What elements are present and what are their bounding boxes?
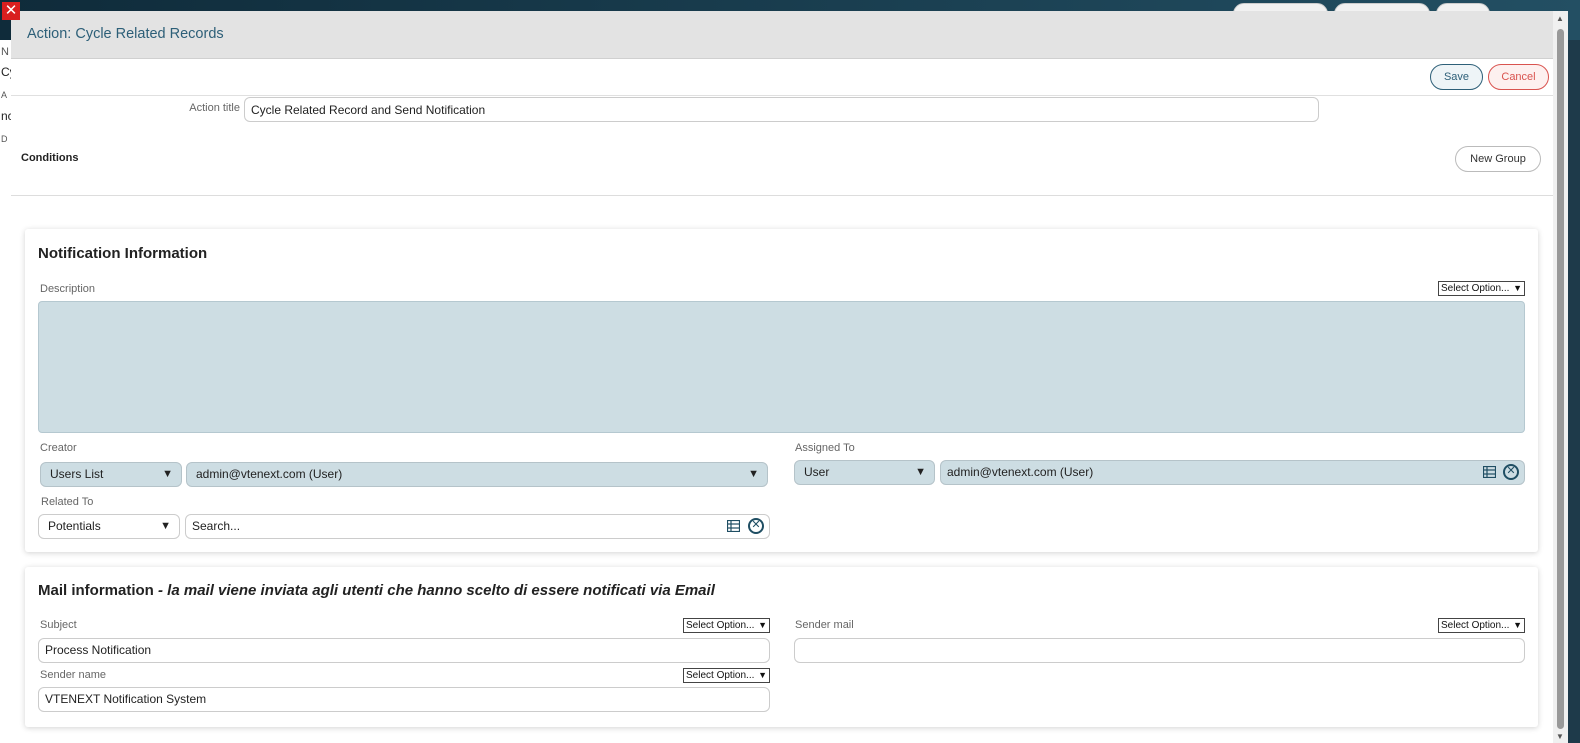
modal-title: Action: Cycle Related Records bbox=[27, 26, 224, 42]
related-type-select[interactable]: Potentials ▼ bbox=[38, 514, 180, 539]
new-group-button[interactable]: New Group bbox=[1455, 146, 1541, 172]
creator-user-select[interactable]: admin@vtenext.com (User) ▼ bbox=[186, 462, 768, 487]
sender-name-input[interactable]: VTENEXT Notification System bbox=[38, 687, 770, 712]
related-search-field[interactable]: Search... ✕ bbox=[185, 514, 770, 539]
chevron-down-icon: ▼ bbox=[758, 670, 767, 680]
subject-label: Subject bbox=[40, 619, 77, 631]
chevron-down-icon: ▼ bbox=[758, 620, 767, 630]
related-search-placeholder: Search... bbox=[192, 519, 241, 533]
action-title-input[interactable] bbox=[244, 97, 1319, 122]
panel-title: Mail information - la mail viene inviata… bbox=[38, 582, 715, 599]
subject-input[interactable]: Process Notification bbox=[38, 638, 770, 663]
creator-user-value: admin@vtenext.com (User) bbox=[196, 467, 343, 481]
clear-icon[interactable]: ✕ bbox=[1503, 464, 1519, 480]
scrollbar-thumb[interactable] bbox=[1557, 29, 1564, 729]
assigned-type-value: User bbox=[804, 465, 830, 479]
assigned-type-select[interactable]: User ▼ bbox=[794, 460, 935, 485]
mail-title: Mail information bbox=[38, 582, 154, 599]
list-icon[interactable] bbox=[1483, 466, 1496, 478]
background-text: N bbox=[1, 46, 9, 58]
chevron-down-icon: ▼ bbox=[1513, 283, 1522, 293]
assigned-to-value: admin@vtenext.com (User) bbox=[947, 465, 1094, 479]
select-option-label: Select Option... bbox=[686, 670, 755, 681]
related-type-value: Potentials bbox=[48, 519, 101, 533]
cancel-button[interactable]: Cancel bbox=[1488, 64, 1549, 90]
scroll-up-arrow-icon[interactable]: ▲ bbox=[1556, 14, 1564, 23]
scrollbar[interactable]: ▲ ▼ bbox=[1553, 11, 1568, 743]
notification-information-panel: Notification Information Description Sel… bbox=[25, 229, 1538, 552]
mail-subtitle: - la mail viene inviata agli utenti che … bbox=[153, 582, 715, 599]
chevron-down-icon: ▼ bbox=[160, 520, 171, 532]
close-icon[interactable]: ✕ bbox=[2, 2, 20, 20]
divider bbox=[11, 195, 1553, 196]
scroll-down-arrow-icon[interactable]: ▼ bbox=[1556, 732, 1564, 741]
select-option-label: Select Option... bbox=[1441, 283, 1510, 294]
sender-mail-input[interactable] bbox=[794, 638, 1525, 663]
select-option-label: Select Option... bbox=[686, 620, 755, 631]
creator-type-select[interactable]: Users List ▼ bbox=[40, 462, 182, 487]
description-select-option[interactable]: Select Option... ▼ bbox=[1438, 281, 1525, 296]
description-label: Description bbox=[40, 283, 96, 295]
chevron-down-icon: ▼ bbox=[748, 468, 759, 480]
modal-header: Action: Cycle Related Records bbox=[11, 11, 1553, 59]
sender-mail-label: Sender mail bbox=[795, 619, 854, 631]
chevron-down-icon: ▼ bbox=[1513, 620, 1522, 630]
subject-select-option[interactable]: Select Option... ▼ bbox=[683, 618, 770, 633]
select-option-label: Select Option... bbox=[1441, 620, 1510, 631]
creator-type-value: Users List bbox=[50, 467, 104, 481]
background-left-strip: N Cy A nc D bbox=[0, 40, 16, 743]
creator-label: Creator bbox=[40, 442, 77, 454]
description-textarea[interactable] bbox=[38, 301, 1525, 433]
clear-icon[interactable]: ✕ bbox=[748, 518, 764, 534]
sender-mail-select-option[interactable]: Select Option... ▼ bbox=[1438, 618, 1525, 633]
save-button[interactable]: Save bbox=[1430, 64, 1483, 90]
action-title-label: Action title bbox=[189, 102, 240, 114]
related-to-label: Related To bbox=[41, 496, 94, 508]
sender-name-label: Sender name bbox=[40, 669, 107, 681]
assigned-to-field[interactable]: admin@vtenext.com (User) ✕ bbox=[940, 460, 1525, 485]
background-text: D bbox=[1, 134, 8, 144]
mail-information-panel: Mail information - la mail viene inviata… bbox=[25, 567, 1538, 727]
chevron-down-icon: ▼ bbox=[162, 468, 173, 480]
action-modal: Action: Cycle Related Records Save Cance… bbox=[11, 11, 1553, 743]
conditions-heading: Conditions bbox=[21, 152, 79, 164]
divider bbox=[11, 95, 1553, 96]
list-icon[interactable] bbox=[727, 520, 740, 532]
background-text: A bbox=[1, 90, 8, 100]
assigned-to-label: Assigned To bbox=[795, 442, 855, 454]
chevron-down-icon: ▼ bbox=[915, 466, 926, 478]
panel-title: Notification Information bbox=[38, 245, 208, 262]
sender-name-select-option[interactable]: Select Option... ▼ bbox=[683, 668, 770, 683]
